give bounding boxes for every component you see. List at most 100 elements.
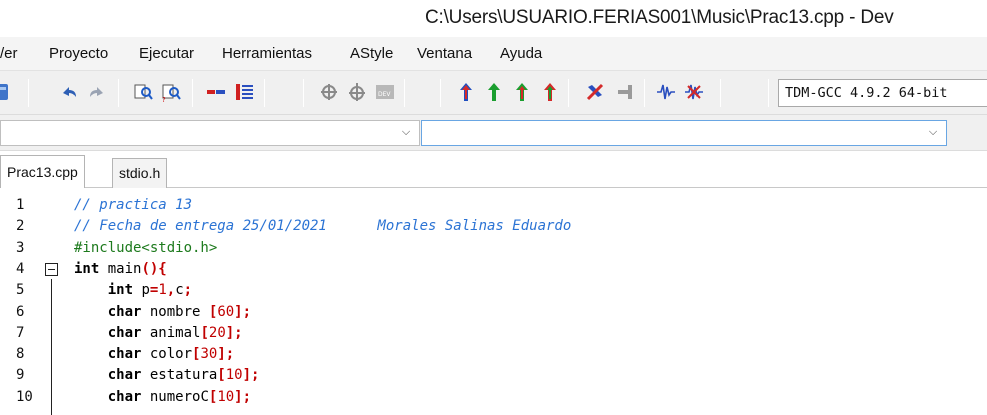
tab-stdio[interactable]: stdio.h [112, 158, 168, 188]
code-token: char [107, 346, 142, 363]
class-bar: ⌵ ⌵ [0, 114, 987, 151]
line-number: 7 [16, 324, 25, 341]
code-line[interactable]: 6 char nombre [60]; [0, 303, 987, 322]
line-number: 5 [16, 282, 25, 299]
code-token: (){ [141, 260, 167, 277]
unindent-icon[interactable] [233, 81, 255, 103]
code-token: char [107, 303, 142, 320]
toolbar-separator [118, 79, 119, 107]
chevron-down-icon[interactable]: ⌵ [399, 125, 413, 139]
menu-ventana[interactable]: Ventana [417, 45, 472, 62]
code-token: nombre [141, 303, 209, 320]
tab-prac13[interactable]: Prac13.cpp [0, 155, 85, 188]
menu-proyecto[interactable]: Proyecto [49, 45, 108, 62]
code-text: int p=1,c; [74, 281, 192, 300]
editor-tabs: Prac13.cpp stdio.h [0, 151, 987, 188]
class-combo[interactable]: ⌵ [0, 120, 420, 146]
compile-run-green-icon[interactable] [511, 81, 533, 103]
profile-icon[interactable] [655, 81, 677, 103]
member-combo[interactable]: ⌵ [421, 120, 947, 146]
code-editor[interactable]: 1 // practica 13 2 // Fecha de entrega 25/0… [0, 188, 987, 415]
run-icon[interactable] [483, 81, 505, 103]
redo-icon[interactable] [86, 81, 108, 103]
code-line[interactable]: 2 // Fecha de entrega 25/01/2021 Morales … [0, 217, 987, 236]
code-line[interactable]: 1 // practica 13 [0, 196, 987, 215]
code-line[interactable]: 10 char numeroC[10]; [0, 388, 987, 407]
toolbar-separator [28, 79, 29, 107]
code-text: #include<stdio.h> [74, 239, 217, 258]
line-number: 4 [16, 260, 25, 277]
code-text: // practica 13 [74, 196, 192, 215]
compiler-select[interactable]: TDM-GCC 4.9.2 64-bit [778, 79, 987, 107]
menu-ayuda[interactable]: Ayuda [500, 45, 542, 62]
toolbar-separator [644, 79, 645, 107]
toolbar-separator [264, 79, 265, 107]
compile-icon[interactable] [455, 81, 477, 103]
menu-astyle[interactable]: AStyle [350, 45, 393, 62]
toolbar-separator [568, 79, 569, 107]
code-token: 10 [225, 367, 243, 384]
code-token: c [175, 282, 184, 299]
code-text: char animal[20]; [74, 324, 243, 343]
profile-delete-icon[interactable] [683, 81, 705, 103]
code-text: // Fecha de entrega 25/01/2021 Morales S… [74, 217, 571, 236]
rebuild-icon[interactable] [539, 81, 561, 103]
code-token: 10 [217, 388, 235, 405]
indent-icon[interactable] [205, 81, 227, 103]
code-token: 1 [158, 282, 167, 299]
undo-icon[interactable] [58, 81, 80, 103]
window-title: C:\Users\USUARIO.FERIAS001\Music\Prac13.… [425, 7, 894, 28]
code-token: // Fecha de entrega 25/01/2021 Morales S… [74, 218, 572, 235]
line-number: 8 [16, 346, 25, 363]
code-token: p [133, 282, 150, 299]
code-line[interactable]: 8 char color[30]; [0, 345, 987, 364]
code-token: char [107, 388, 142, 405]
toolbar-separator [720, 79, 721, 107]
dev-icon[interactable]: DEV [374, 81, 396, 103]
code-line[interactable]: 5 int p=1,c; [0, 281, 987, 300]
menu-ver[interactable]: /er [0, 45, 18, 62]
find-icon[interactable] [132, 81, 154, 103]
code-line[interactable]: 9 char estatura[10]; [0, 366, 987, 385]
toolbar-separator [440, 79, 441, 107]
code-token: 60 [217, 303, 235, 320]
code-token: , [166, 282, 176, 299]
code-token: ]; [242, 367, 260, 384]
menu-herramientas[interactable]: Herramientas [222, 45, 312, 62]
toolbar-separator [404, 79, 405, 107]
toolbar: ? DEV TDM-GCC 4.9.2 64-bit [0, 70, 987, 114]
code-text: int main(){ [74, 260, 167, 279]
chevron-down-icon[interactable]: ⌵ [926, 125, 940, 139]
code-line[interactable]: 3 #include<stdio.h> [0, 239, 987, 258]
code-token: color [141, 346, 193, 363]
svg-text:?: ? [162, 96, 166, 103]
code-text: char color[30]; [74, 345, 234, 364]
code-token: ]; [234, 303, 252, 320]
code-token: [ [200, 324, 209, 341]
compile-run-icon[interactable] [0, 81, 14, 103]
code-token: char [107, 324, 142, 341]
svg-text:DEV: DEV [378, 91, 391, 98]
debug-icon[interactable] [584, 81, 606, 103]
code-text: char estatura[10]; [74, 366, 260, 385]
stop-icon[interactable] [614, 81, 636, 103]
line-number: 2 [16, 218, 25, 235]
menu-ejecutar[interactable]: Ejecutar [139, 45, 194, 62]
code-line[interactable]: 7 char animal[20]; [0, 324, 987, 343]
code-line[interactable]: 4 int main(){ [0, 260, 987, 279]
toolbar-separator [303, 79, 304, 107]
class-browser-icon[interactable] [318, 81, 340, 103]
title-bar: C:\Users\USUARIO.FERIAS001\Music\Prac13.… [0, 0, 987, 37]
fold-collapse-icon[interactable] [45, 262, 58, 276]
replace-icon[interactable]: ? [160, 81, 182, 103]
line-number: 6 [16, 303, 25, 320]
class-add-icon[interactable] [346, 81, 368, 103]
code-token: char [107, 367, 142, 384]
code-token: ]; [225, 324, 243, 341]
